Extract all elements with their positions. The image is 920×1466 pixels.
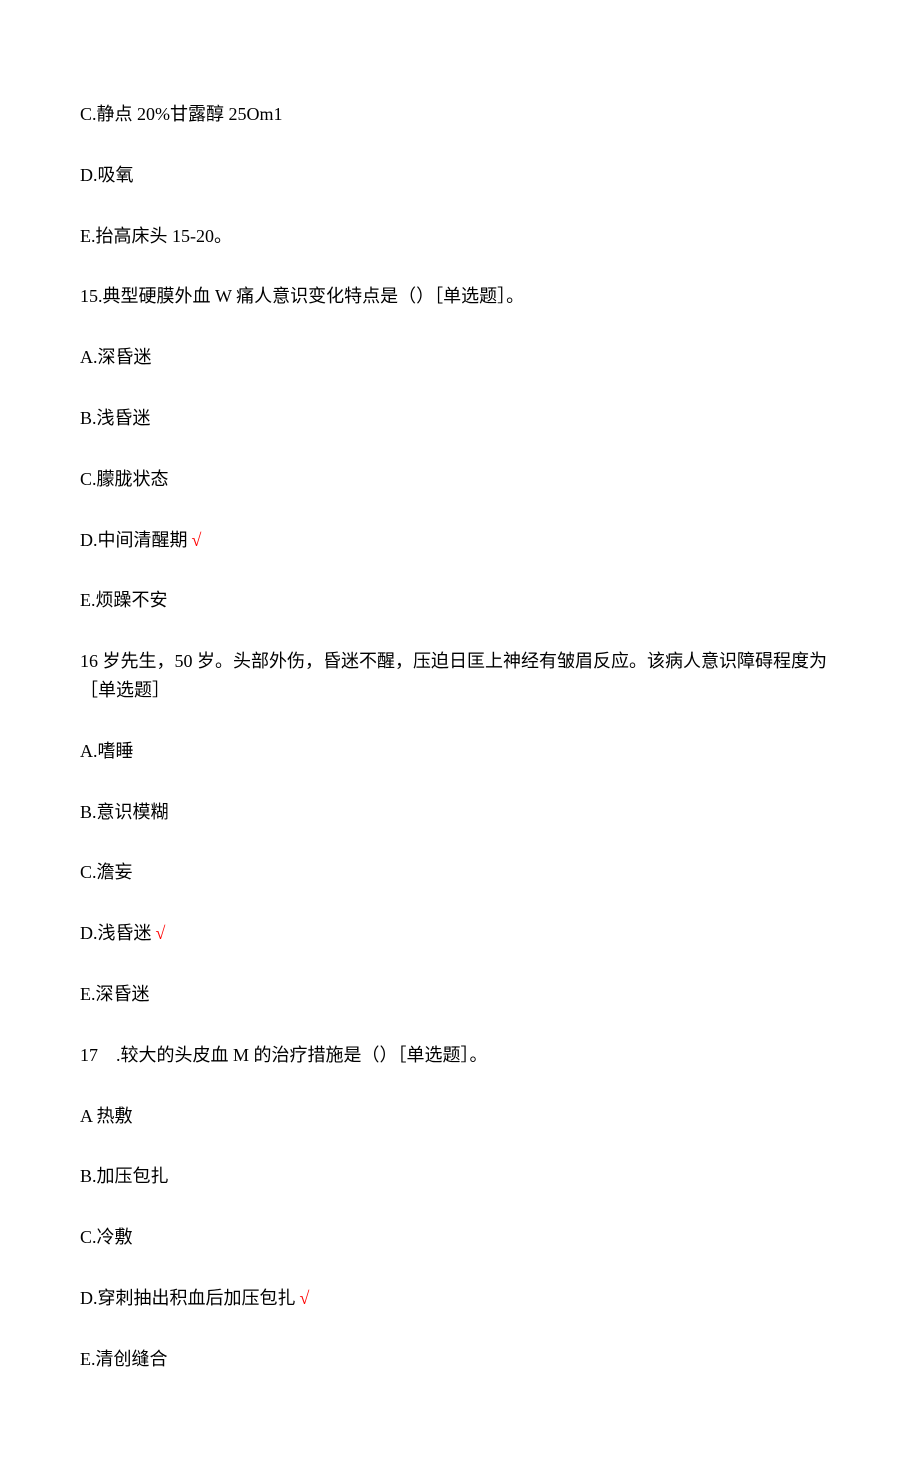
- line-text: 16 岁先生，50 岁。头部外伤，昏迷不醒，压迫日匡上神经有皱眉反应。该病人意识…: [80, 651, 827, 700]
- line-text: A.深昏迷: [80, 347, 152, 367]
- line-text: C.静点 20%甘露醇 25Om1: [80, 104, 283, 124]
- line-text: E.深昏迷: [80, 984, 150, 1004]
- line-text: C.朦胧状态: [80, 469, 169, 489]
- text-line: B.浅昏迷: [80, 404, 840, 433]
- line-text: B.浅昏迷: [80, 408, 151, 428]
- text-line: B.意识模糊: [80, 798, 840, 827]
- line-text: C.冷敷: [80, 1227, 133, 1247]
- text-line: A.深昏迷: [80, 343, 840, 372]
- text-line: D.中间清醒期√: [80, 526, 840, 555]
- text-line: A.嗜睡: [80, 737, 840, 766]
- checkmark-icon: √: [300, 1288, 310, 1308]
- line-text: B.意识模糊: [80, 802, 169, 822]
- document-content: C.静点 20%甘露醇 25Om1 D.吸氧 E.抬高床头 15-20。 15.典型硬…: [80, 100, 840, 1374]
- text-line: D.吸氧: [80, 161, 840, 190]
- text-line: E.抬高床头 15-20。: [80, 222, 840, 251]
- text-line: C.静点 20%甘露醇 25Om1: [80, 100, 840, 129]
- text-line: 16 岁先生，50 岁。头部外伤，昏迷不醒，压迫日匡上神经有皱眉反应。该病人意识…: [80, 647, 840, 705]
- text-line: C.冷敷: [80, 1223, 840, 1252]
- checkmark-icon: √: [156, 923, 166, 943]
- checkmark-icon: √: [192, 530, 202, 550]
- text-line: 15.典型硬膜外血 W 痛人意识变化特点是（）［单选题］。: [80, 282, 840, 311]
- text-line: B.加压包扎: [80, 1162, 840, 1191]
- line-text: D.穿刺抽出积血后加压包扎: [80, 1288, 296, 1308]
- line-text: E.清创缝合: [80, 1349, 168, 1369]
- line-text: A 热敷: [80, 1106, 133, 1126]
- line-text: A.嗜睡: [80, 741, 134, 761]
- text-line: C.朦胧状态: [80, 465, 840, 494]
- text-line: D.浅昏迷√: [80, 919, 840, 948]
- line-text: 15.典型硬膜外血 W 痛人意识变化特点是（）［单选题］。: [80, 286, 524, 306]
- text-line: C.澹妄: [80, 858, 840, 887]
- text-line: D.穿刺抽出积血后加压包扎√: [80, 1284, 840, 1313]
- text-line: 17 .较大的头皮血 M 的治疗措施是（）［单选题］。: [80, 1041, 840, 1070]
- line-text: E.抬高床头 15-20。: [80, 226, 232, 246]
- line-text: D.吸氧: [80, 165, 134, 185]
- text-line: E.烦躁不安: [80, 586, 840, 615]
- line-text: D.中间清醒期: [80, 530, 188, 550]
- line-text: 17 .较大的头皮血 M 的治疗措施是（）［单选题］。: [80, 1045, 488, 1065]
- text-line: E.深昏迷: [80, 980, 840, 1009]
- line-text: D.浅昏迷: [80, 923, 152, 943]
- text-line: E.清创缝合: [80, 1345, 840, 1374]
- text-line: A 热敷: [80, 1102, 840, 1131]
- line-text: E.烦躁不安: [80, 590, 168, 610]
- line-text: B.加压包扎: [80, 1166, 169, 1186]
- line-text: C.澹妄: [80, 862, 133, 882]
